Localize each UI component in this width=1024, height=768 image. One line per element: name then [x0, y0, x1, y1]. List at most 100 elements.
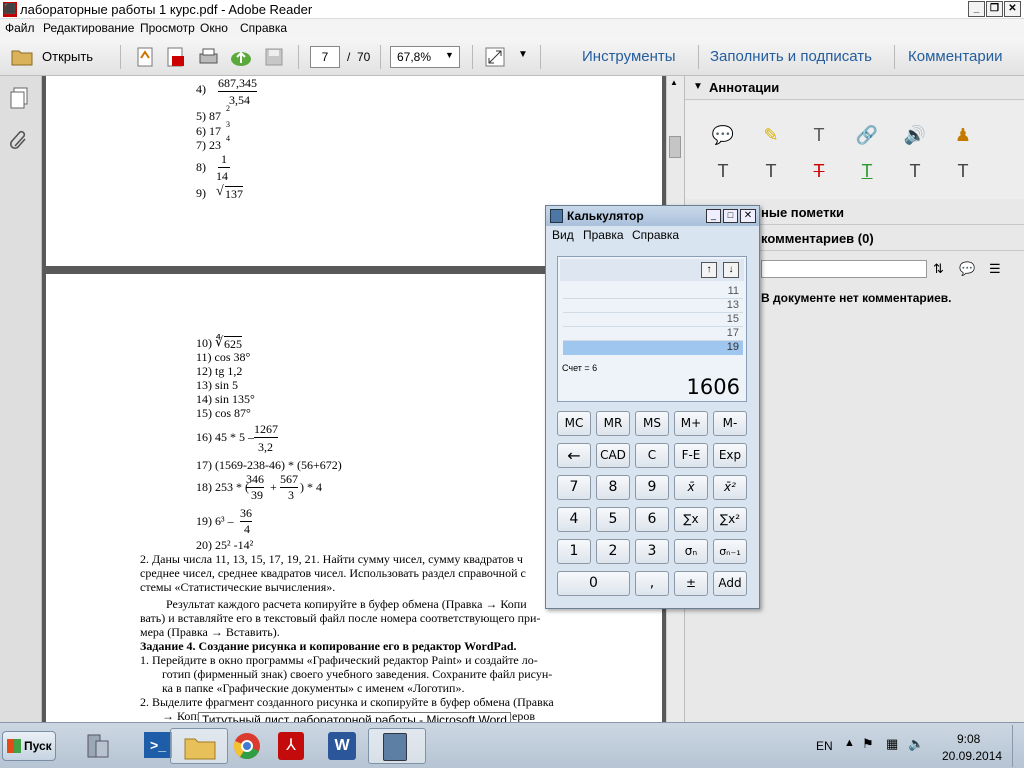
page-thumbnails-icon[interactable] [9, 86, 31, 110]
show-hidden-icons[interactable]: ▲ [844, 737, 855, 749]
record-audio-icon[interactable]: 🔊 [903, 123, 927, 147]
fe-button[interactable]: F-E [674, 443, 708, 468]
cad-button[interactable]: CAD [596, 443, 630, 468]
annotations-section-header[interactable]: ▼ Аннотации [685, 76, 1024, 100]
toolbar-more-icon[interactable]: ▼ [518, 49, 528, 60]
stat-list-item[interactable]: 13 [563, 299, 743, 313]
show-desktop-button[interactable] [1012, 725, 1023, 767]
attach-file-icon[interactable]: 🔗 [855, 123, 879, 147]
calc-menu-view[interactable]: Вид [552, 228, 574, 242]
language-indicator[interactable]: EN [816, 739, 833, 753]
scroll-thumb[interactable] [669, 136, 681, 158]
text-stamp-icon[interactable]: T [951, 159, 975, 183]
menu-file[interactable]: Файл [5, 21, 35, 35]
pdf-export-icon[interactable] [164, 46, 186, 68]
taskbar-network-app[interactable] [70, 728, 128, 764]
close-button[interactable]: ✕ [1004, 1, 1021, 17]
digit-1-button[interactable]: 1 [557, 539, 591, 564]
insert-text-icon[interactable]: T [711, 159, 735, 183]
calc-maximize-button[interactable]: □ [723, 209, 738, 223]
attachment-paperclip-icon[interactable] [9, 128, 31, 152]
digit-2-button[interactable]: 2 [596, 539, 630, 564]
scroll-up-arrow[interactable]: ▲ [670, 78, 678, 87]
page-number-input[interactable]: 7 [310, 46, 340, 68]
backspace-button[interactable]: ← [557, 443, 591, 468]
digit-8-button[interactable]: 8 [596, 475, 630, 500]
stat-list-item[interactable]: 15 [563, 313, 743, 327]
m-minus-button[interactable]: M- [713, 411, 747, 436]
comments-tab[interactable]: Комментарии [908, 48, 1002, 65]
replace-text-icon[interactable]: T [759, 159, 783, 183]
comments-search-input[interactable] [761, 260, 927, 278]
create-pdf-icon[interactable] [134, 46, 156, 68]
taskbar-explorer[interactable] [170, 728, 228, 764]
plus-minus-button[interactable]: ± [674, 571, 708, 596]
mc-button[interactable]: MC [557, 411, 591, 436]
sticky-note-icon[interactable]: 💬 [711, 123, 735, 147]
digit-7-button[interactable]: 7 [557, 475, 591, 500]
digit-5-button[interactable]: 5 [596, 507, 630, 532]
digit-6-button[interactable]: 6 [635, 507, 669, 532]
sum-button[interactable]: ∑x [674, 507, 708, 532]
mean-button[interactable]: x̄ [674, 475, 708, 500]
print-icon[interactable] [197, 46, 219, 68]
restore-button[interactable]: ❐ [986, 1, 1003, 17]
underline-icon[interactable]: T [855, 159, 879, 183]
mean-squares-button[interactable]: x̄² [713, 475, 747, 500]
start-button[interactable]: Пуск [2, 731, 56, 761]
ms-button[interactable]: MS [635, 411, 669, 436]
menu-window[interactable]: Окно [200, 21, 228, 35]
options-list-icon[interactable]: ☰ [989, 261, 1001, 277]
sum-squares-button[interactable]: ∑x² [713, 507, 747, 532]
strikethrough-icon[interactable]: T [807, 159, 831, 183]
stat-list-item-selected[interactable]: 19 [563, 341, 743, 355]
flag-icon[interactable]: ⚑ [862, 736, 874, 752]
add-button[interactable]: Add [713, 571, 747, 596]
mr-button[interactable]: MR [596, 411, 630, 436]
clock-date[interactable]: 20.09.2014 [942, 749, 1002, 763]
tools-tab[interactable]: Инструменты [582, 48, 676, 65]
menu-view[interactable]: Просмотр [140, 21, 195, 35]
digit-4-button[interactable]: 4 [557, 507, 591, 532]
stamp-icon[interactable]: ♟ [951, 123, 975, 147]
menu-edit[interactable]: Редактирование [43, 21, 134, 35]
decimal-button[interactable]: , [635, 571, 669, 596]
calc-menu-edit[interactable]: Правка [583, 228, 624, 242]
zoom-select[interactable]: 67,8% ▼ [390, 46, 460, 68]
calc-minimize-button[interactable]: _ [706, 209, 721, 223]
stat-list-item[interactable]: 11 [563, 285, 743, 299]
filter-comment-icon[interactable]: 💬 [959, 261, 975, 277]
scroll-down-button[interactable]: ↓ [723, 262, 739, 278]
fraction-num: 36 [240, 506, 252, 522]
highlight-text-icon[interactable]: ✎ [759, 123, 783, 147]
open-button[interactable]: Открыть [8, 45, 108, 69]
add-text-icon[interactable]: T [807, 123, 831, 147]
digit-0-button[interactable]: 0 [557, 571, 630, 596]
calc-close-button[interactable]: ✕ [740, 209, 756, 223]
sigma-n-1-button[interactable]: σₙ₋₁ [713, 539, 747, 564]
calculator-titlebar[interactable]: Калькулятор _ □ ✕ [546, 206, 759, 226]
network-icon[interactable]: ▦ [886, 736, 898, 752]
fullscreen-icon[interactable] [484, 46, 506, 68]
sqrt-sign: √ [216, 184, 224, 199]
digit-3-button[interactable]: 3 [635, 539, 669, 564]
text-note-icon[interactable]: T [903, 159, 927, 183]
calc-menu-help[interactable]: Справка [632, 228, 679, 242]
minimize-button[interactable]: _ [968, 1, 985, 17]
text-line: 8) [196, 160, 206, 174]
stat-list-item[interactable]: 17 [563, 327, 743, 341]
exp-button[interactable]: Exp [713, 443, 747, 468]
taskbar-calculator[interactable] [368, 728, 426, 764]
clear-button[interactable]: C [635, 443, 669, 468]
sort-icon[interactable]: ⇅ [933, 261, 944, 277]
volume-icon[interactable]: 🔈 [908, 736, 924, 752]
upload-cloud-icon[interactable] [230, 46, 252, 68]
sigma-n-button[interactable]: σₙ [674, 539, 708, 564]
clock-time[interactable]: 9:08 [957, 732, 980, 746]
fill-sign-tab[interactable]: Заполнить и подписать [710, 48, 872, 65]
digit-9-button[interactable]: 9 [635, 475, 669, 500]
menu-help[interactable]: Справка [240, 21, 287, 35]
m-plus-button[interactable]: M+ [674, 411, 708, 436]
scroll-up-button[interactable]: ↑ [701, 262, 717, 278]
save-icon[interactable] [263, 46, 285, 68]
